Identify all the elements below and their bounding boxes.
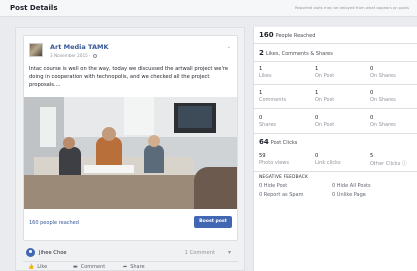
page-title: Post Details	[10, 4, 58, 12]
likes-total: 1	[259, 66, 263, 72]
shares-total: 0	[259, 115, 263, 121]
hide-post-stat: 0 Hide Post	[259, 183, 287, 189]
likes-label: Likes	[259, 73, 272, 79]
comment-label: Comment	[80, 264, 106, 270]
report-spam-value: 0	[259, 192, 263, 198]
shares-on-shares-label: On Shares	[370, 122, 396, 128]
post-card: Art Media TAMK 3 November 2015 · ⌄ Intac…	[23, 35, 238, 241]
comment-button[interactable]: ▬ Comment	[73, 264, 105, 270]
user-icon	[26, 248, 35, 257]
page-name-link[interactable]: Art Media TAMK	[50, 43, 108, 51]
divider	[254, 43, 417, 44]
stats-delay-note: Reported stats may be delayed from what …	[294, 5, 409, 10]
people-reached-link[interactable]: 160 people reached	[29, 220, 79, 226]
share-label: Share	[130, 264, 145, 270]
divider	[254, 61, 417, 62]
people-reached-stat: 160 People Reached	[259, 31, 315, 39]
post-clicks-label: Post Clicks	[270, 140, 298, 146]
comment-count-link[interactable]: 1 Comment	[185, 250, 215, 256]
link-clicks-value: 0	[315, 153, 319, 159]
post-clicks-value: 64	[259, 138, 269, 146]
negative-feedback-title: NEGATIVE FEEDBACK	[259, 175, 309, 180]
share-icon: ➦	[123, 264, 128, 270]
photo-views-value: 59	[259, 153, 266, 159]
engagement-stat: 2 Likes, Comments & Shares	[259, 49, 333, 57]
shares-on-post-label: On Post	[315, 122, 335, 128]
commenter-name[interactable]: Jihee Choe	[39, 250, 67, 256]
likes-on-shares-label: On Shares	[370, 73, 396, 79]
hide-all-posts-value: 0	[332, 183, 336, 189]
other-clicks-label-text: Other Clicks	[370, 161, 401, 167]
share-button[interactable]: ➦ Share	[123, 264, 145, 270]
report-spam-label: Report as Spam	[263, 192, 304, 198]
divider	[254, 171, 417, 172]
like-button[interactable]: 👍 Like	[28, 264, 47, 270]
post-photo[interactable]	[24, 97, 237, 209]
post-date[interactable]: 3 November 2015 ·	[50, 53, 97, 58]
report-spam-stat: 0 Report as Spam	[259, 192, 304, 198]
likes-on-post: 1	[315, 66, 319, 72]
people-reached-label: People Reached	[275, 33, 316, 39]
info-icon[interactable]: ⓘ	[400, 161, 407, 167]
post-text: Intac course is well on the way, today w…	[29, 66, 229, 88]
engagement-value: 2	[259, 49, 264, 57]
post-date-text: 3 November 2015 ·	[50, 53, 92, 58]
comments-label: Comments	[259, 97, 287, 103]
post-actions: 👍 Like ▬ Comment ➦ Share	[23, 261, 238, 271]
hide-post-value: 0	[259, 183, 263, 189]
post-clicks-stat: 64 Post Clicks	[259, 138, 297, 146]
hide-all-posts-label: Hide All Posts	[336, 183, 371, 189]
comments-on-shares-label: On Shares	[370, 97, 396, 103]
thumbs-up-icon: 👍	[28, 264, 35, 270]
hide-all-posts-stat: 0 Hide All Posts	[332, 183, 371, 189]
chevron-down-icon[interactable]: ▾	[228, 249, 231, 256]
unlike-page-value: 0	[332, 192, 336, 198]
divider	[254, 133, 417, 134]
post-details-header: Post Details Reported stats may be delay…	[0, 0, 417, 17]
page-avatar[interactable]	[29, 43, 43, 57]
divider	[254, 84, 417, 85]
shares-label: Shares	[259, 122, 277, 128]
globe-icon	[92, 53, 97, 58]
comments-total: 1	[259, 90, 263, 96]
comment-icon: ▬	[73, 264, 78, 270]
comments-on-post-label: On Post	[315, 97, 335, 103]
other-clicks-value: 5	[370, 153, 374, 159]
shares-on-shares: 0	[370, 115, 374, 121]
engagement-label: Likes, Comments & Shares	[265, 51, 333, 57]
boost-post-button[interactable]: Boost post	[194, 216, 232, 228]
other-clicks-label: Other Clicks ⓘ	[370, 160, 407, 167]
hide-post-label: Hide Post	[263, 183, 288, 189]
like-label: Like	[37, 264, 48, 270]
link-clicks-label: Link clicks	[315, 160, 341, 166]
divider	[254, 108, 417, 109]
chevron-down-icon[interactable]: ⌄	[227, 44, 231, 50]
comments-on-shares: 0	[370, 90, 374, 96]
comments-on-post: 1	[315, 90, 319, 96]
unlike-page-stat: 0 Unlike Page	[332, 192, 366, 198]
insights-panel: 160 People Reached 2 Likes, Comments & Sha…	[253, 27, 417, 271]
people-reached-value: 160	[259, 31, 274, 39]
likes-on-post-label: On Post	[315, 73, 335, 79]
unlike-page-label: Unlike Page	[336, 192, 366, 198]
shares-on-post: 0	[315, 115, 319, 121]
comment-row: Jihee Choe 1 Comment ▾	[23, 246, 238, 260]
photo-views-label: Photo views	[259, 160, 289, 166]
post-preview-panel: Art Media TAMK 3 November 2015 · ⌄ Intac…	[15, 27, 245, 271]
likes-on-shares: 0	[370, 66, 374, 72]
